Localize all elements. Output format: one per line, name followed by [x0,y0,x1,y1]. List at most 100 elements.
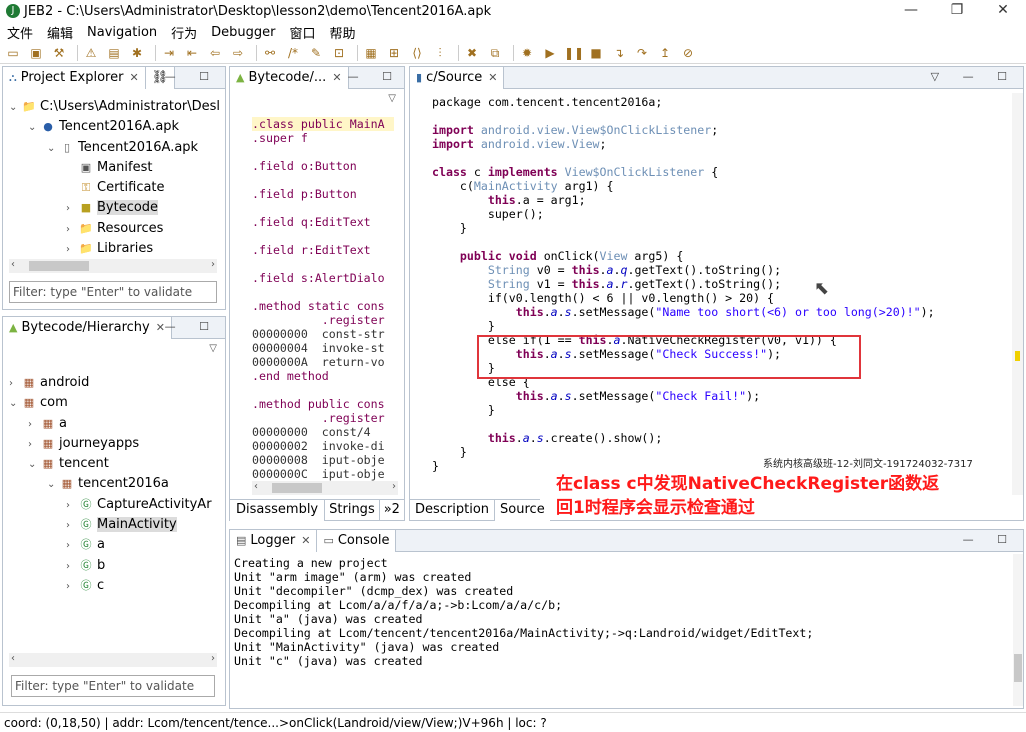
menu-navigation[interactable]: Navigation [80,25,164,40]
grid-icon[interactable]: ▦ [362,44,380,62]
tree-item[interactable]: › 📁 Libraries [9,239,220,259]
menu-file[interactable]: 文件 [0,23,40,42]
rename-icon[interactable]: ✎ [307,44,325,62]
vertical-scrollbar[interactable] [1013,554,1023,706]
tree-item[interactable]: › ■ Bytecode [9,198,220,218]
vertical-scrollbar[interactable] [1012,93,1023,495]
tree-item[interactable]: › Ⓖ MainActivity [9,515,212,535]
tree-item[interactable]: ⌄ ▦ com [9,393,212,413]
tree-item[interactable]: ⌄ 📁 C:\Users\Administrator\Desl [9,97,220,117]
step-into-icon[interactable]: ↴ [610,44,628,62]
tab-bytecode-hierarchy[interactable]: ▲ Bytecode/Hierarchy ✕ [3,316,172,339]
expand-arrow-icon[interactable]: › [9,374,21,394]
expand-arrow-icon[interactable]: › [66,516,78,536]
expand-arrow-icon[interactable]: › [28,415,40,435]
tree-item[interactable]: › Ⓖc [9,576,212,596]
run-icon[interactable]: ▶ [541,44,559,62]
panel-minmax-icon[interactable]: — ☐ [348,70,402,83]
xref-icon[interactable]: ⇤ [183,44,201,62]
view-menu-icon[interactable]: ▽ [209,343,217,354]
tab-console[interactable]: ▭ Console [317,529,397,552]
tree-item[interactable]: ⌄ ▦ tencent2016a [9,474,212,494]
tab-strings[interactable]: Strings [325,500,380,521]
expand-arrow-icon[interactable]: › [28,435,40,455]
tree-item[interactable]: ⌄ ● Tencent2016A.apk [9,117,220,137]
panel-minmax-icon[interactable]: ▽ — ☐ [931,70,1017,83]
expand-arrow-icon[interactable]: ⌄ [47,139,59,159]
copy-icon[interactable]: ⧉ [486,44,504,62]
tree-item[interactable]: ⚿ Certificate [9,178,220,198]
expand-arrow-icon[interactable]: › [66,577,78,597]
close-button[interactable]: ✕ [980,0,1026,22]
menu-action[interactable]: 行为 [164,23,204,42]
step-out-icon[interactable]: ↥ [656,44,674,62]
tab-bytecode[interactable]: ▲ Bytecode/... ✕ [230,66,349,89]
view-menu-icon[interactable]: ▽ [388,93,396,104]
save-icon[interactable]: ▣ [27,44,45,62]
tree-item[interactable]: › Ⓖ CaptureActivityAr [9,495,212,515]
debug-icon[interactable]: ✹ [518,44,536,62]
expand-arrow-icon[interactable]: › [66,220,78,240]
expand-arrow-icon[interactable]: › [66,199,78,219]
tree-item[interactable]: › ▦ android [9,373,212,393]
tree-item[interactable]: › ▦ a [9,414,212,434]
expand-arrow-icon[interactable]: ⌄ [28,455,40,475]
wrench-icon[interactable]: ⚒ [50,44,68,62]
tree-item[interactable]: › Ⓖa [9,535,212,555]
tree-item[interactable]: › Ⓖb [9,556,212,576]
link-icon[interactable]: ⚯ [261,44,279,62]
align-icon[interactable]: ⫶ [431,44,449,62]
close-icon[interactable]: ✕ [301,534,310,547]
hierarchy-filter-input[interactable]: Filter: type "Enter" to validate [11,675,215,697]
expand-arrow-icon[interactable]: › [66,536,78,556]
close-icon[interactable]: ✕ [332,71,341,84]
back-icon[interactable]: ⇦ [206,44,224,62]
stop-icon[interactable]: ■ [587,44,605,62]
expand-arrow-icon[interactable]: ⌄ [47,475,59,495]
tab-disassembly[interactable]: Disassembly [230,500,326,521]
open-icon[interactable]: ▭ [4,44,22,62]
menu-help[interactable]: 帮助 [323,23,363,42]
pause-icon[interactable]: ❚❚ [564,44,584,62]
minimize-button[interactable]: — [888,0,934,22]
horizontal-scrollbar[interactable]: ‹ › [252,481,398,495]
tree-item[interactable]: ⌄ ▦ tencent [9,454,212,474]
expand-arrow-icon[interactable]: › [66,557,78,577]
expand-arrow-icon[interactable]: › [66,240,78,260]
delete-icon[interactable]: ✖ [463,44,481,62]
expand-arrow-icon[interactable]: ⌄ [9,394,21,414]
tree-item[interactable]: ⌄ ▯ Tencent2016A.apk [9,138,220,158]
tab-more[interactable]: »2 [380,500,404,521]
tab-source[interactable]: Source [495,500,550,521]
disassembly-view[interactable]: .class public MainA .super f .field o:But… [252,117,394,481]
menu-debugger[interactable]: Debugger [204,25,282,40]
expand-arrow-icon[interactable]: ⌄ [9,98,21,118]
horizontal-scrollbar[interactable]: ‹ › [9,259,217,273]
tree-item[interactable]: › ▦ journeyapps [9,434,212,454]
menu-edit[interactable]: 编辑 [40,23,80,42]
step-over-icon[interactable]: ↷ [633,44,651,62]
document-icon[interactable]: ▤ [105,44,123,62]
tab-description[interactable]: Description [410,500,496,521]
panel-minmax-icon[interactable]: — ☐ [963,533,1017,546]
tree-item[interactable]: › 📁 Resources [9,219,220,239]
close-icon[interactable]: ✕ [156,321,165,334]
panel-minmax-icon[interactable]: — ☐ [165,320,219,333]
table-icon[interactable]: ⊞ [385,44,403,62]
tab-logger[interactable]: ▤ Logger ✕ [230,529,318,552]
warning-icon[interactable]: ⚠ [82,44,100,62]
comment-icon[interactable]: /* [284,44,302,62]
bug-icon[interactable]: ✱ [128,44,146,62]
project-filter-input[interactable]: Filter: type "Enter" to validate [9,281,217,303]
panel-minmax-icon[interactable]: — ☐ [165,70,219,83]
maximize-button[interactable]: ❐ [934,0,980,22]
close-icon[interactable]: ✕ [488,71,497,84]
tree-item[interactable]: ▣ Manifest [9,158,220,178]
decompile-icon[interactable]: ⊡ [330,44,348,62]
code-icon[interactable]: ⟨⟩ [408,44,426,62]
tab-c-source[interactable]: ▮ c/Source ✕ [410,66,505,89]
menu-window[interactable]: 窗口 [283,23,323,42]
source-code-view[interactable]: package com.tencent.tencent2016a; import… [432,95,1012,495]
tab-project-explorer[interactable]: ⛬ Project Explorer ✕ [3,66,146,89]
expand-arrow-icon[interactable]: ⌄ [28,118,40,138]
